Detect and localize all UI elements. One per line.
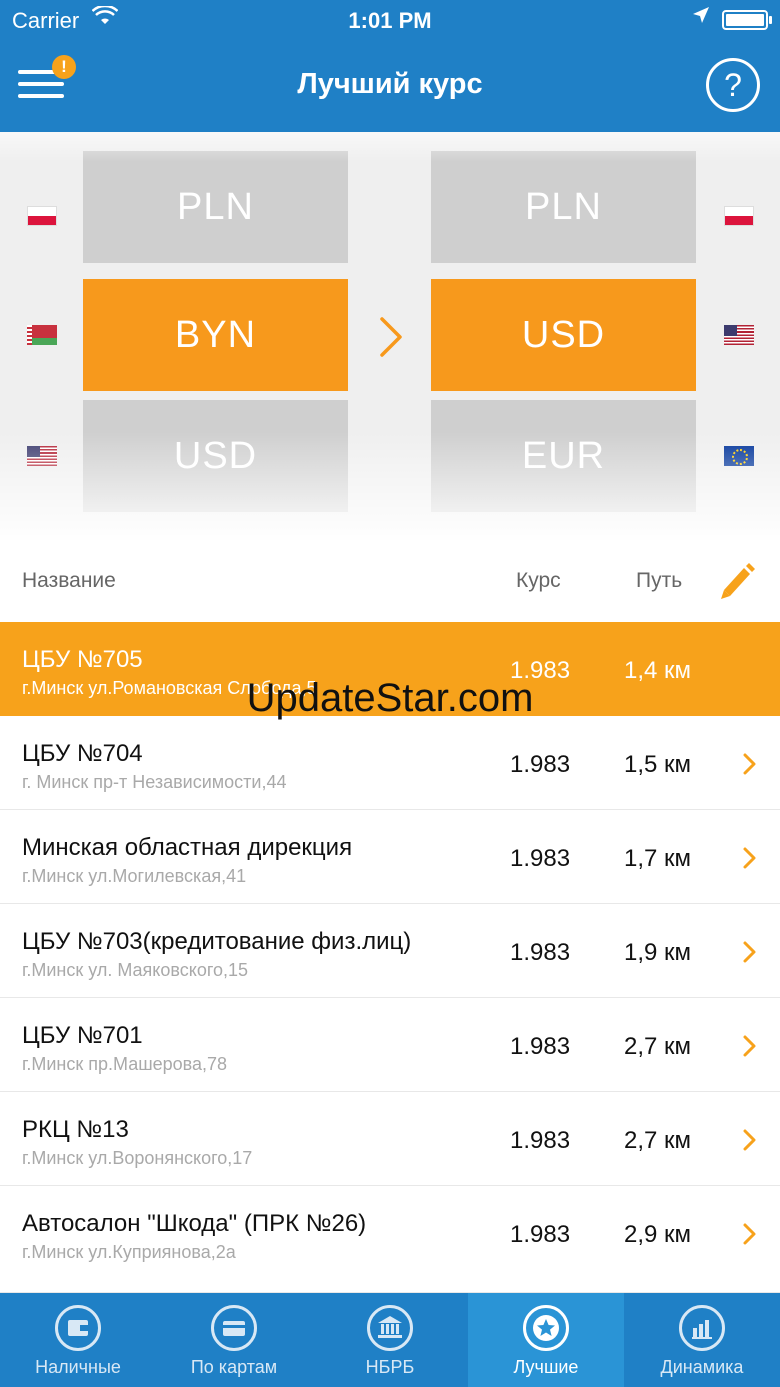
from-currency-option[interactable]: PLN bbox=[83, 151, 348, 263]
tab-bar: Наличные По картам НБРБ Лучшие Динамика bbox=[0, 1293, 780, 1387]
usa-flag-icon bbox=[27, 446, 57, 466]
branch-address: г. Минск пр-т Независимости,44 bbox=[22, 772, 287, 792]
branch-name: ЦБУ №703(кредитование физ.лиц) bbox=[22, 928, 412, 955]
branch-rate: 1.983 bbox=[510, 939, 571, 966]
location-arrow-icon bbox=[692, 6, 710, 30]
tab-label: Наличные bbox=[35, 1357, 121, 1377]
list-item[interactable]: ЦБУ №704 г. Минск пр-т Независимости,44 … bbox=[0, 716, 780, 810]
list-item[interactable]: РКЦ №13 г.Минск ул.Воронянского,17 1.983… bbox=[0, 1092, 780, 1186]
clock: 1:01 PM bbox=[348, 8, 432, 33]
tab-label: НБРБ bbox=[365, 1357, 415, 1377]
poland-flag-icon bbox=[724, 206, 754, 226]
tab-dynamics[interactable]: Динамика bbox=[624, 1293, 780, 1387]
status-bar: Carrier 1:01 PM bbox=[0, 0, 780, 40]
tab-cash[interactable]: Наличные bbox=[0, 1293, 156, 1387]
column-header-rate[interactable]: Курс bbox=[516, 569, 561, 593]
usa-flag-icon bbox=[724, 325, 754, 345]
from-currency-selected[interactable]: BYN bbox=[83, 279, 348, 391]
branch-name: Минская областная дирекция bbox=[22, 834, 353, 861]
app-header: Carrier 1:01 PM ! Лучший курс ? bbox=[0, 0, 780, 132]
chevron-right-icon bbox=[742, 940, 758, 964]
battery-icon bbox=[722, 10, 768, 30]
tab-label: По картам bbox=[190, 1357, 278, 1377]
branch-address: г.Минск ул.Могилевская,41 bbox=[22, 866, 247, 886]
list-item[interactable]: Автосалон "Шкода" (ПРК №26) г.Минск ул.К… bbox=[0, 1186, 780, 1293]
to-currency-selected[interactable]: USD bbox=[431, 279, 696, 391]
wallet-icon bbox=[55, 1305, 101, 1351]
belarus-flag-icon bbox=[27, 325, 57, 345]
poland-flag-icon bbox=[27, 206, 57, 226]
column-header-distance[interactable]: Путь bbox=[636, 569, 682, 593]
to-currency-option[interactable]: EUR bbox=[431, 400, 696, 512]
branch-distance: 1,7 км bbox=[624, 845, 692, 872]
branch-rate: 1.983 bbox=[510, 845, 571, 872]
branch-rate: 1.983 bbox=[510, 1127, 571, 1154]
card-icon bbox=[211, 1305, 257, 1351]
list-header: Название Курс Путь bbox=[0, 540, 780, 622]
pencil-icon[interactable] bbox=[718, 560, 756, 600]
branch-distance: 1,9 км bbox=[624, 939, 692, 966]
branch-rate: 1.983 bbox=[510, 1221, 571, 1248]
list-item[interactable]: ЦБУ №701 г.Минск пр.Машерова,78 1.983 2,… bbox=[0, 998, 780, 1092]
branch-rate: 1.983 bbox=[510, 751, 571, 778]
bank-icon bbox=[367, 1305, 413, 1351]
branch-distance: 2,7 км bbox=[624, 1033, 692, 1060]
branch-address: г.Минск пр.Машерова,78 bbox=[22, 1054, 228, 1074]
branch-name: РКЦ №13 bbox=[22, 1116, 129, 1143]
chevron-right-icon bbox=[742, 1222, 758, 1246]
branch-rate: 1.983 bbox=[510, 1033, 571, 1060]
list-item[interactable]: ЦБУ №705 г.Минск ул.Романовская Слобода,… bbox=[0, 622, 780, 716]
chevron-right-icon bbox=[742, 1034, 758, 1058]
branch-distance: 2,9 км bbox=[624, 1221, 692, 1248]
help-button[interactable]: ? bbox=[706, 58, 760, 112]
battery-cap bbox=[769, 16, 772, 24]
column-header-name[interactable]: Название bbox=[22, 569, 116, 593]
chevron-right-icon bbox=[742, 752, 758, 776]
chevron-right-icon bbox=[742, 846, 758, 870]
branch-name: ЦБУ №704 bbox=[22, 740, 143, 767]
branch-distance: 2,7 км bbox=[624, 1127, 692, 1154]
star-icon bbox=[523, 1305, 569, 1351]
branch-address: г.Минск ул.Куприянова,2а bbox=[22, 1242, 236, 1262]
tab-best[interactable]: Лучшие bbox=[468, 1293, 624, 1387]
branch-address: г.Минск ул. Маяковского,15 bbox=[22, 960, 249, 980]
branch-rate: 1.983 bbox=[510, 657, 571, 684]
currency-picker: PLN BYN USD PLN USD EUR bbox=[0, 132, 780, 540]
tab-cards[interactable]: По картам bbox=[156, 1293, 312, 1387]
branch-name: Автосалон "Шкода" (ПРК №26) bbox=[22, 1210, 367, 1237]
chart-icon bbox=[679, 1305, 725, 1351]
tab-label: Лучшие bbox=[513, 1357, 579, 1377]
list-item[interactable]: Минская областная дирекция г.Минск ул.Мо… bbox=[0, 810, 780, 904]
chevron-right-icon bbox=[376, 315, 406, 359]
branch-address: г.Минск ул.Воронянского,17 bbox=[22, 1148, 253, 1168]
list-item[interactable]: ЦБУ №703(кредитование физ.лиц) г.Минск у… bbox=[0, 904, 780, 998]
page-title: Лучший курс bbox=[297, 68, 483, 100]
branch-name: ЦБУ №705 bbox=[22, 646, 143, 673]
chevron-right-icon bbox=[742, 1128, 758, 1152]
eu-flag-icon bbox=[724, 446, 754, 466]
to-currency-option[interactable]: PLN bbox=[431, 151, 696, 263]
branch-distance: 1,5 км bbox=[624, 751, 692, 778]
tab-label: Динамика bbox=[660, 1357, 744, 1377]
from-currency-option[interactable]: USD bbox=[83, 400, 348, 512]
tab-nbrb[interactable]: НБРБ bbox=[312, 1293, 468, 1387]
branch-address: г.Минск ул.Романовская Слобода,5 bbox=[22, 678, 317, 698]
branch-name: ЦБУ №701 bbox=[22, 1022, 143, 1049]
branch-distance: 1,4 км bbox=[624, 657, 692, 684]
